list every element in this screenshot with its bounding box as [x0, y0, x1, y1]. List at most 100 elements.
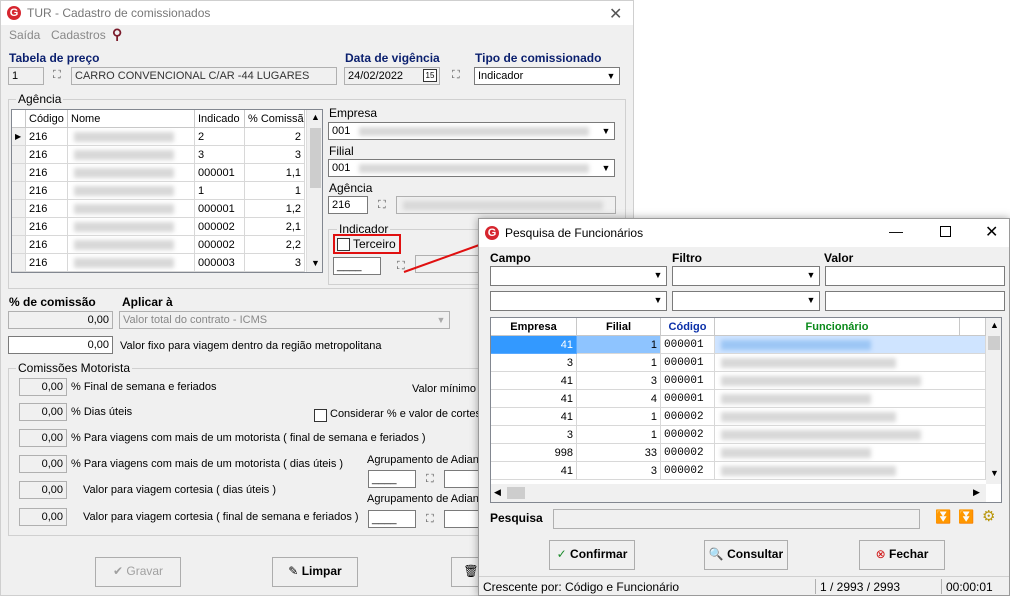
cell-empresa[interactable]: 41 — [491, 462, 577, 480]
row-indicator[interactable] — [12, 218, 26, 236]
filial-select[interactable]: 001 ▼ — [328, 159, 615, 177]
scroll-thumb[interactable] — [310, 128, 321, 188]
terceiro-label[interactable]: Terceiro — [353, 237, 396, 251]
grid-header-codigo[interactable]: Código — [26, 110, 68, 128]
fechar-button[interactable]: ⊗ Fechar — [859, 540, 945, 570]
binoculars-icon[interactable]: ⛶ — [452, 69, 460, 82]
cell-funcionario[interactable] — [715, 408, 986, 426]
cell-indicado[interactable]: 1 — [195, 182, 245, 200]
agencia-input[interactable]: 216 — [328, 196, 368, 214]
binoculars-icon[interactable]: ⛶ — [53, 69, 61, 82]
row-indicator[interactable] — [12, 200, 26, 218]
cell-codigo[interactable]: 000002 — [661, 444, 715, 462]
cell-codigo[interactable]: 216 — [26, 164, 68, 182]
cell-indicado[interactable]: 000003 — [195, 254, 245, 272]
cell-codigo[interactable]: 216 — [26, 146, 68, 164]
cell-funcionario[interactable] — [715, 462, 986, 480]
cell-comissao[interactable]: 1 — [245, 182, 305, 200]
cell-codigo[interactable]: 000001 — [661, 390, 715, 408]
considerar-checkbox[interactable] — [314, 409, 327, 422]
cell-comissao[interactable]: 1,1 — [245, 164, 305, 182]
binoculars-icon[interactable]: ⛶ — [426, 513, 434, 526]
cell-funcionario[interactable] — [715, 354, 986, 372]
close-icon[interactable]: ✕ — [985, 222, 998, 242]
cell-empresa[interactable]: 41 — [491, 372, 577, 390]
valor-input-2[interactable] — [825, 291, 1005, 311]
header-empresa[interactable]: Empresa — [491, 318, 577, 336]
aplicar-select[interactable]: Valor total do contrato - ICMS ▼ — [119, 311, 450, 329]
settings-icon[interactable]: ⚙ — [982, 507, 995, 525]
table-row[interactable]: 41 1 000002 — [491, 408, 986, 426]
cell-funcionario[interactable] — [715, 426, 986, 444]
menu-cadastros[interactable]: Cadastros — [51, 28, 106, 42]
cell-empresa[interactable]: 41 — [491, 390, 577, 408]
sort-desc-icon[interactable]: ⏬ — [935, 509, 951, 525]
agrupamento-input-1[interactable]: ____ — [368, 470, 416, 488]
cell-codigo[interactable]: 000001 — [661, 354, 715, 372]
cell-nome[interactable] — [68, 128, 195, 146]
cell-filial[interactable]: 1 — [577, 408, 661, 426]
calendar-icon[interactable]: 15 — [423, 69, 437, 82]
campo-select-1[interactable]: ▼ — [490, 266, 667, 286]
cell-comissao[interactable]: 3 — [245, 254, 305, 272]
cell-nome[interactable] — [68, 236, 195, 254]
cell-indicado[interactable]: 000001 — [195, 200, 245, 218]
minimize-icon[interactable]: — — [889, 223, 903, 239]
cell-codigo[interactable]: 216 — [26, 254, 68, 272]
chevron-down-icon[interactable]: ▼ — [598, 123, 614, 139]
cell-nome[interactable] — [68, 164, 195, 182]
chevron-down-icon[interactable]: ▼ — [650, 267, 666, 283]
terceiro-checkbox[interactable] — [337, 238, 350, 251]
scroll-right-icon[interactable]: ▶ — [973, 487, 980, 498]
cell-filial[interactable]: 33 — [577, 444, 661, 462]
cell-comissao[interactable]: 2,2 — [245, 236, 305, 254]
cell-funcionario[interactable] — [715, 336, 986, 354]
chevron-down-icon[interactable]: ▼ — [803, 292, 819, 308]
cell-filial[interactable]: 3 — [577, 372, 661, 390]
filtro-select-1[interactable]: ▼ — [672, 266, 820, 286]
table-row[interactable]: 41 1 000001 — [491, 336, 986, 354]
cell-indicado[interactable]: 3 — [195, 146, 245, 164]
row-indicator[interactable]: ▶ — [12, 128, 26, 146]
cell-indicado[interactable]: 000001 — [195, 164, 245, 182]
chevron-down-icon[interactable]: ▼ — [433, 312, 449, 328]
hscroll-thumb[interactable] — [507, 487, 525, 499]
table-row[interactable]: 3 1 000002 — [491, 426, 986, 444]
binoculars-icon[interactable]: ⛶ — [426, 473, 434, 486]
maximize-icon[interactable] — [940, 226, 951, 237]
chevron-down-icon[interactable]: ▼ — [598, 160, 614, 176]
cell-codigo[interactable]: 000001 — [661, 372, 715, 390]
scroll-left-icon[interactable]: ◀ — [494, 487, 501, 498]
grid-header-comissao[interactable]: % Comissão — [245, 110, 305, 128]
cell-funcionario[interactable] — [715, 444, 986, 462]
limpar-button[interactable]: ✎ Limpar — [272, 557, 358, 587]
cell-funcionario[interactable] — [715, 390, 986, 408]
results-grid[interactable]: Empresa Filial Código Funcionário 41 1 000… — [490, 317, 1002, 503]
cell-filial[interactable]: 1 — [577, 336, 661, 354]
valor-fixo-input[interactable]: 0,00 — [8, 336, 113, 354]
grid-header-nome[interactable]: Nome — [68, 110, 195, 128]
tabela-code-input[interactable]: 1 — [8, 67, 44, 85]
table-row[interactable]: 998 33 000002 — [491, 444, 986, 462]
row-indicator[interactable] — [12, 182, 26, 200]
cell-codigo[interactable]: 216 — [26, 200, 68, 218]
scroll-thumb[interactable] — [988, 336, 1000, 350]
cell-nome[interactable] — [68, 146, 195, 164]
indicador-input[interactable]: ____ — [333, 257, 381, 275]
scroll-down-icon[interactable]: ▼ — [990, 468, 999, 478]
cell-indicado[interactable]: 000002 — [195, 236, 245, 254]
motorista-value-input[interactable]: 0,00 — [19, 508, 67, 526]
motorista-value-input[interactable]: 0,00 — [19, 481, 67, 499]
confirmar-button[interactable]: ✓ Confirmar — [549, 540, 635, 570]
chevron-down-icon[interactable]: ▼ — [603, 68, 619, 84]
grid-scrollbar[interactable]: ▲ ▼ — [306, 110, 322, 272]
table-row[interactable]: 41 3 000002 — [491, 462, 986, 480]
chevron-down-icon[interactable]: ▼ — [650, 292, 666, 308]
cell-funcionario[interactable] — [715, 372, 986, 390]
cell-empresa[interactable]: 998 — [491, 444, 577, 462]
table-row[interactable]: 41 4 000001 — [491, 390, 986, 408]
header-filial[interactable]: Filial — [577, 318, 661, 336]
search-icon[interactable]: ⚲ — [112, 26, 122, 43]
cell-codigo[interactable]: 216 — [26, 236, 68, 254]
results-hscroll[interactable]: ◀ ▶ — [491, 484, 986, 502]
